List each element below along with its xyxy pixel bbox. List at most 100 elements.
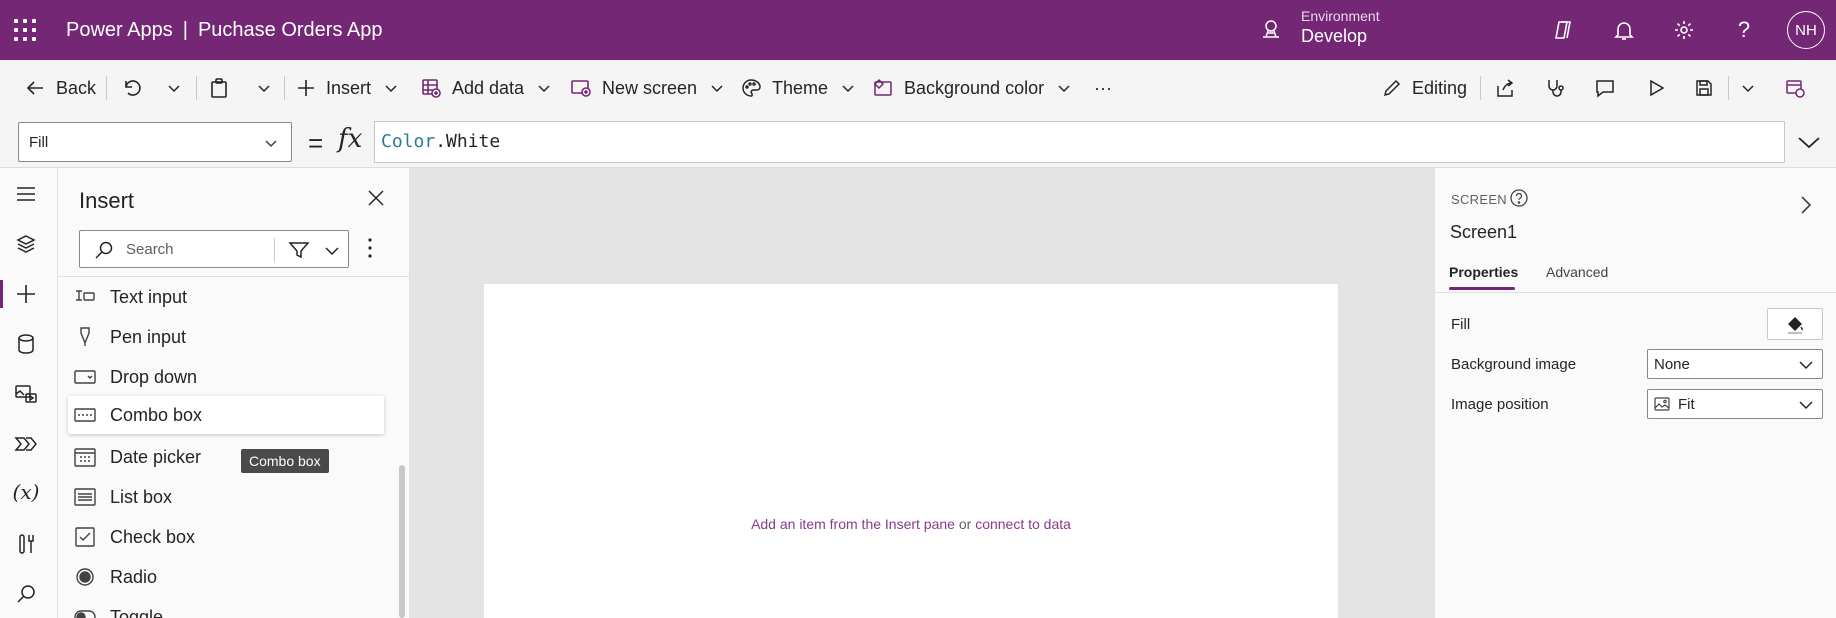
insert-plus-icon[interactable] (0, 274, 52, 314)
insert-item-combo-box[interactable]: Combo box (68, 396, 384, 434)
insert-search-box[interactable]: Search (79, 230, 349, 268)
search-placeholder: Search (126, 241, 174, 258)
help-circle-icon[interactable] (1509, 188, 1529, 213)
fill-color-picker[interactable] (1767, 308, 1823, 340)
chevron-down-icon (385, 85, 397, 93)
formula-expand-chevron-icon[interactable] (1796, 130, 1822, 159)
more-options-vertical-icon[interactable] (366, 236, 374, 265)
notifications-bell-icon[interactable] (1610, 16, 1638, 44)
chevron-down-icon[interactable] (324, 244, 340, 258)
menu-hamburger-icon[interactable] (0, 174, 52, 214)
variables-icon[interactable]: (x) (0, 472, 52, 512)
add-data-label: Add data (452, 77, 525, 98)
list-item-label: Combo box (110, 404, 203, 425)
app-checker-button[interactable] (1544, 60, 1566, 116)
divider (1728, 76, 1729, 100)
environment-value[interactable]: Develop (1301, 26, 1367, 47)
selected-screen-name: Screen1 (1450, 222, 1518, 242)
share-button[interactable] (1494, 60, 1516, 116)
insert-item-toggle[interactable]: Toggle (68, 598, 384, 618)
paste-chevron-down-icon[interactable] (256, 60, 272, 116)
close-icon[interactable] (366, 188, 386, 213)
property-selector-value: Fill (29, 133, 49, 151)
background-color-button[interactable]: Background color (872, 60, 1072, 116)
add-data-button[interactable]: Add data (420, 60, 552, 116)
insert-item-drop-down[interactable]: Drop down (68, 358, 384, 396)
list-item-label: Radio (110, 566, 158, 587)
undo-chevron-down-icon[interactable] (166, 60, 182, 116)
user-avatar[interactable]: NH (1787, 11, 1825, 49)
copilot-icon[interactable] (1549, 16, 1577, 44)
search-icon[interactable] (0, 574, 52, 614)
chevron-down-icon (711, 85, 723, 93)
connect-to-data-link[interactable]: connect to data (975, 516, 1071, 532)
formula-member: .White (435, 131, 501, 152)
environment-icon[interactable] (1260, 18, 1282, 45)
editing-label: Editing (1412, 77, 1468, 98)
image-position-select[interactable]: Fit (1647, 389, 1823, 419)
advanced-tools-icon[interactable] (0, 524, 52, 564)
back-button[interactable]: Back (24, 60, 96, 116)
formula-input[interactable]: Color.White (374, 121, 1785, 163)
more-commands-button[interactable]: ··· (1094, 60, 1112, 116)
background-image-select[interactable]: None (1647, 349, 1823, 379)
insert-pane-scrollbar[interactable] (399, 465, 405, 618)
insert-item-text-input[interactable]: Text input (68, 278, 384, 316)
back-label: Back (56, 77, 97, 98)
formula-bar: Fill = fx Color.White (0, 116, 1836, 168)
insert-button[interactable]: Insert (296, 60, 399, 116)
tab-advanced[interactable]: Advanced (1546, 264, 1608, 280)
save-button[interactable] (1694, 60, 1714, 116)
power-automate-icon[interactable] (0, 424, 52, 464)
insert-item-date-picker[interactable]: Date picker (68, 438, 384, 476)
calendar-icon (74, 446, 96, 468)
data-cylinder-icon[interactable] (0, 324, 52, 364)
app-launcher-icon[interactable] (14, 19, 36, 41)
more-label: ··· (1094, 77, 1112, 98)
filter-icon[interactable] (288, 241, 310, 259)
left-rail: (x) (0, 168, 58, 618)
empty-screen-hint: Add an item from the Insert pane or conn… (484, 516, 1338, 532)
background-color-icon (873, 78, 892, 96)
insert-item-check-box[interactable]: Check box (68, 518, 384, 556)
fx-icon[interactable]: fx (338, 124, 362, 154)
theme-button[interactable]: Theme (740, 60, 856, 116)
insert-label: Insert (326, 77, 372, 98)
hint-or-text: or (958, 516, 972, 532)
insert-item-list-box[interactable]: List box (68, 478, 384, 516)
list-box-icon (74, 486, 96, 508)
text-input-icon (74, 286, 96, 308)
properties-pane: SCREEN Screen1 Properties Advanced Fill … (1434, 168, 1836, 618)
background-image-value: None (1654, 355, 1690, 373)
comments-button[interactable] (1594, 60, 1616, 116)
insert-pane-title: Insert (79, 188, 135, 213)
environment-label: Environment (1301, 8, 1380, 24)
editing-mode-button[interactable]: Editing (1382, 60, 1467, 116)
checkbox-icon (74, 526, 96, 548)
publish-button[interactable] (1784, 60, 1806, 116)
save-chevron-down-icon[interactable] (1740, 60, 1756, 116)
new-screen-button[interactable]: New screen (570, 60, 725, 116)
divider (196, 76, 197, 100)
list-item-label: Toggle (110, 606, 164, 618)
chevron-down-icon (265, 140, 277, 148)
tab-properties[interactable]: Properties (1449, 264, 1518, 280)
properties-caption: SCREEN (1451, 192, 1507, 207)
property-selector[interactable]: Fill (18, 122, 292, 162)
list-item-label: Date picker (110, 446, 202, 467)
media-icon[interactable] (0, 374, 52, 414)
tree-view-layers-icon[interactable] (0, 224, 52, 264)
settings-gear-icon[interactable] (1670, 16, 1698, 44)
chevron-down-icon (538, 85, 550, 93)
undo-button[interactable] (120, 60, 142, 116)
help-icon[interactable]: ? (1730, 16, 1758, 44)
paste-button[interactable] (208, 60, 230, 116)
insert-pane-link[interactable]: Add an item from the Insert pane (751, 516, 955, 532)
insert-item-radio[interactable]: Radio (68, 558, 384, 596)
list-item-label: Check box (110, 526, 196, 547)
insert-item-pen-input[interactable]: Pen input (68, 318, 384, 356)
collapse-chevron-right-icon[interactable] (1799, 194, 1813, 221)
product-name: Power Apps (66, 19, 173, 41)
screen-canvas[interactable]: Add an item from the Insert pane or conn… (484, 284, 1338, 618)
preview-button[interactable] (1646, 60, 1666, 116)
